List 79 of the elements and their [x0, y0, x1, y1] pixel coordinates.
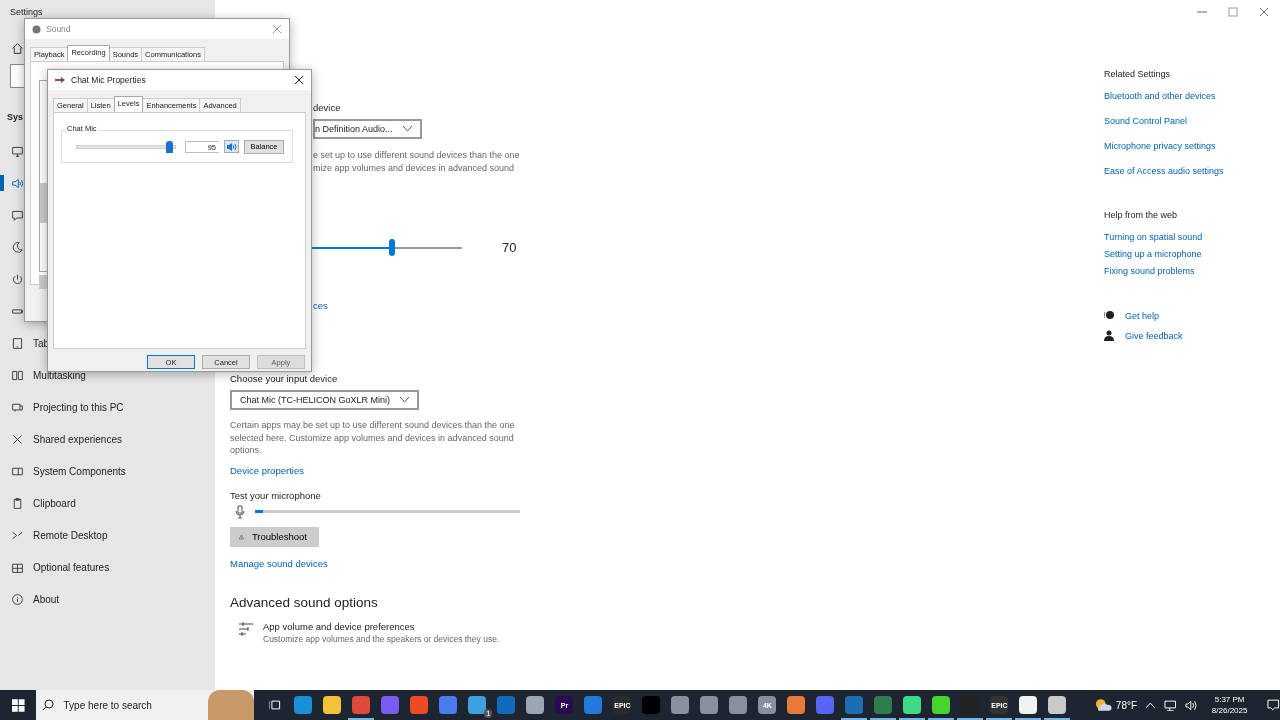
section-heading: Sys	[7, 112, 23, 124]
link[interactable]: ces	[313, 300, 328, 311]
network-icon[interactable]	[1163, 699, 1177, 711]
app-icon[interactable]	[526, 696, 545, 714]
dialog-title: Sound	[46, 24, 71, 34]
sliders-icon[interactable]	[238, 620, 254, 637]
window-title: Settings	[9, 6, 44, 19]
moon-icon[interactable]	[11, 240, 24, 254]
sidebar-item[interactable]: Multitasking	[33, 369, 86, 381]
description-text: Certain apps may be set up to use different sound devices than the one selected here. Customize app volumes and devices in advanced sound options.	[230, 419, 516, 457]
option-title[interactable]: App volume and device preferences	[263, 620, 500, 632]
search-icon	[41, 699, 54, 711]
temperature-text[interactable]: 78°F	[1115, 699, 1138, 711]
related-link[interactable]: Bluetooth and other devices	[1104, 91, 1216, 101]
help-link[interactable]: Turning on spatial sound	[1104, 232, 1203, 242]
illustration-placeholder	[207, 690, 254, 720]
section-heading: Help from the web	[1104, 210, 1178, 220]
chevron-icon	[400, 397, 410, 403]
test-label: Test your microphone	[230, 489, 321, 501]
chevron-up-icon[interactable]	[1146, 702, 1155, 708]
slider-thumb[interactable]	[166, 140, 173, 153]
device-properties-link[interactable]: Device properties	[230, 464, 304, 476]
support-link[interactable]: Get help	[1125, 310, 1160, 321]
option-subtitle: Customize app volumes and the speakers or devices they use.	[263, 633, 500, 644]
slider-thumb[interactable]	[389, 239, 396, 256]
app-icon[interactable]	[1048, 696, 1067, 714]
troubleshoot-button[interactable]: Troubleshoot	[230, 526, 319, 547]
sidebar-item[interactable]: About	[33, 593, 60, 605]
windows-logo-icon[interactable]	[12, 698, 25, 712]
support-link[interactable]: Give feedback	[1125, 330, 1183, 341]
related-link[interactable]: Microphone privacy settings	[1104, 141, 1216, 151]
sidebar-item[interactable]: Projecting to this PC	[33, 401, 124, 413]
app-icon[interactable]	[932, 696, 951, 714]
microphone-icon	[55, 76, 66, 84]
sidebar-item[interactable]: System Components	[33, 465, 126, 477]
sidebar-item[interactable]: Shared experiences	[33, 433, 122, 445]
date-text: 8/26/2025	[1211, 705, 1248, 716]
home-icon[interactable]	[11, 42, 24, 55]
app-icon[interactable]	[903, 696, 922, 714]
section-label: Choose your input device	[230, 373, 338, 384]
monitor-icon[interactable]	[11, 144, 24, 158]
app-icon[interactable]	[323, 696, 342, 714]
close-icon[interactable]	[295, 76, 303, 84]
time-text: 5:37 PM	[1214, 694, 1245, 705]
sidebar-item[interactable]: Optional features	[33, 561, 110, 573]
input-device-dropdown[interactable]: Chat Mic (TC-HELICON GoXLR Mini)	[230, 390, 420, 410]
task-view-icon[interactable]	[268, 699, 283, 711]
section-heading: Related Settings	[1104, 69, 1171, 79]
tablet-icon[interactable]	[11, 336, 24, 350]
sidebar-item[interactable]: Clipboard	[33, 497, 76, 509]
volume-value: 70	[502, 240, 517, 255]
clock[interactable]: 5:37 PM 8/26/2025	[1211, 694, 1248, 716]
section-heading: Advanced sound options	[230, 594, 378, 610]
sidebar-item[interactable]: Remote Desktop	[33, 529, 108, 541]
chevron-icon	[402, 126, 412, 132]
power-icon[interactable]	[11, 272, 24, 286]
cross-arrows-icon[interactable]	[11, 432, 24, 446]
help-link[interactable]: Setting up a microphone	[1104, 249, 1202, 259]
notification-badge: 1	[484, 709, 493, 718]
microphone-icon	[235, 504, 245, 519]
description-text: e set up to use different sound devices than the one	[313, 149, 520, 162]
description-text: mize app volumes and devices in advanced sound	[313, 161, 516, 174]
related-link[interactable]: Sound Control Panel	[1104, 116, 1188, 126]
clipboard-icon[interactable]	[11, 496, 24, 510]
manage-devices-link[interactable]: Manage sound devices	[230, 557, 328, 569]
taskbar-search-field[interactable]: Type here to search	[35, 690, 254, 720]
two-panes-icon[interactable]	[11, 368, 24, 382]
notifications-icon[interactable]	[1267, 699, 1280, 711]
message-icon[interactable]	[11, 208, 24, 222]
output-device-dropdown[interactable]: n Definition Audio...	[313, 119, 422, 139]
app-icon[interactable]	[1019, 696, 1038, 714]
related-link[interactable]: Ease of Access audio settings	[1104, 166, 1224, 176]
info-icon[interactable]	[11, 592, 24, 606]
level-slider[interactable]	[76, 140, 176, 153]
dialog-title: Chat Mic Properties	[71, 75, 146, 85]
person-icon	[1104, 330, 1115, 341]
sun-cloud-icon	[1094, 698, 1112, 712]
help-link[interactable]: Fixing sound problems	[1104, 266, 1195, 276]
section-label: device	[313, 102, 341, 113]
